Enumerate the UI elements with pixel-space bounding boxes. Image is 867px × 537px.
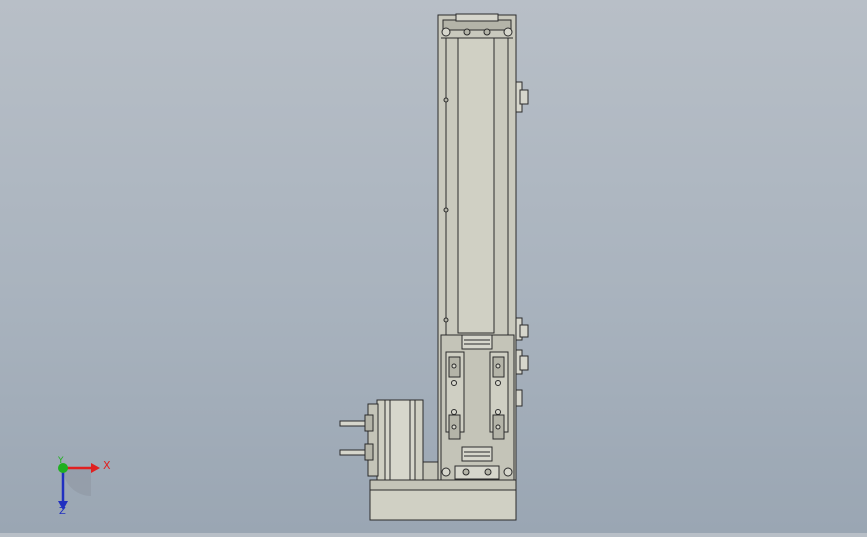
y-axis-label: Y <box>57 456 64 466</box>
x-axis-label: X <box>103 459 111 472</box>
x-axis-arrowhead <box>91 463 100 473</box>
stepper-motor <box>339 399 439 481</box>
base-plate <box>369 479 517 521</box>
linear-actuator-model[interactable] <box>339 13 529 521</box>
slider-carriage <box>440 334 515 481</box>
side-sensors <box>515 81 529 407</box>
cad-viewport[interactable]: X Y Z <box>0 0 867 533</box>
top-right-bolt <box>503 27 513 37</box>
orientation-triad[interactable]: X Y Z <box>57 456 111 517</box>
z-axis-label: Z <box>59 506 66 517</box>
top-left-bolt <box>441 27 451 37</box>
